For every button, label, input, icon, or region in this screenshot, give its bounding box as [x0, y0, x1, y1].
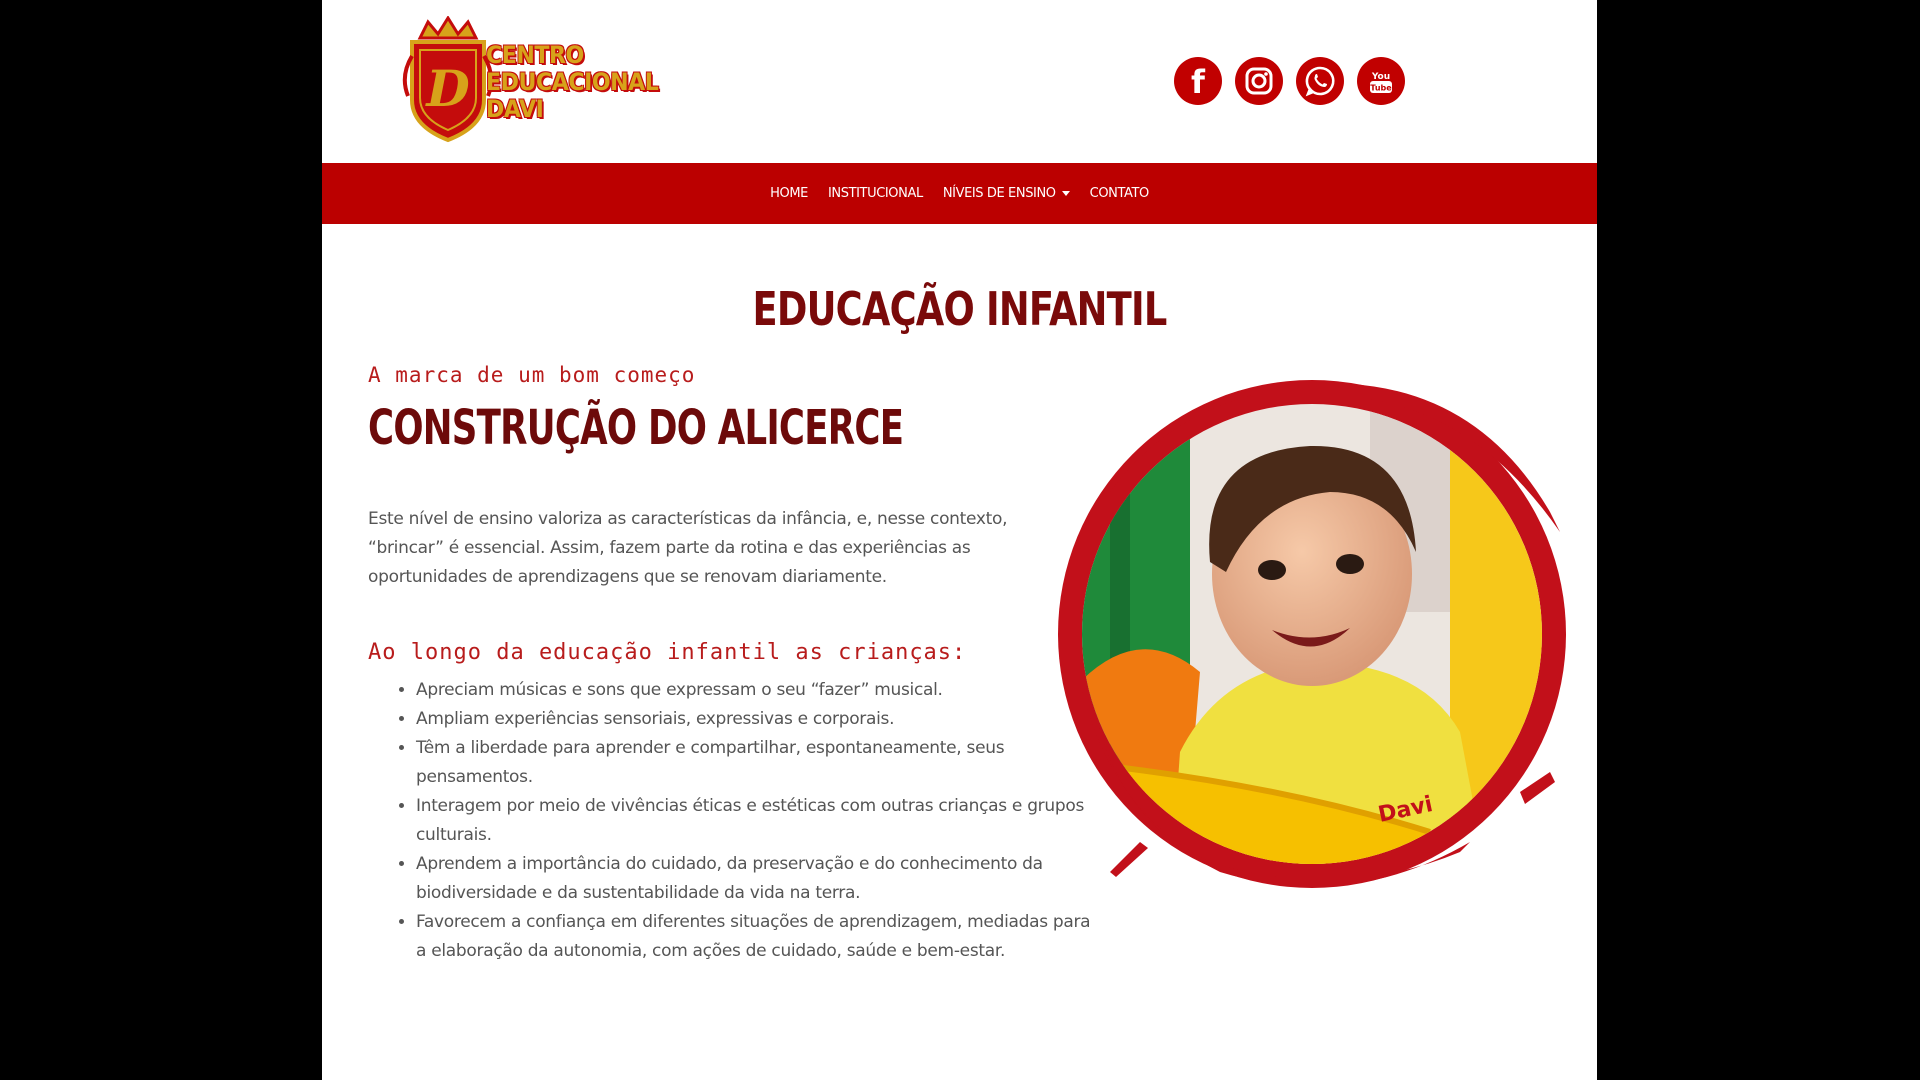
- benefits-list: Apreciam músicas e sons que expressam o …: [368, 676, 1096, 966]
- nav-contato[interactable]: CONTATO: [1090, 186, 1150, 201]
- logo-wordmark: CENTRO EDUCACIONAL DAVI: [486, 41, 659, 123]
- child-photo: Davi: [1050, 372, 1570, 902]
- child-photo-illustration: Davi: [1058, 380, 1566, 888]
- instagram-icon: [1245, 67, 1273, 95]
- nav-niveis-label: NÍVEIS DE ENSINO: [942, 186, 1056, 201]
- facebook-icon: f: [1191, 63, 1206, 101]
- page-title: EDUCAÇÃO INFANTIL: [752, 282, 1168, 336]
- list-item: Apreciam músicas e sons que expressam o …: [416, 676, 1096, 705]
- list-item: Interagem por meio de vivências éticas e…: [416, 792, 1096, 850]
- list-item: Favorecem a confiança em diferentes situ…: [416, 908, 1096, 966]
- svg-text:f: f: [1191, 63, 1206, 101]
- youtube-button[interactable]: You Tube: [1357, 57, 1405, 105]
- svg-text:You: You: [1371, 72, 1390, 82]
- logo-line-1: CENTRO: [486, 41, 584, 69]
- crest-icon: D: [402, 16, 494, 143]
- logo-line-3: DAVI: [486, 95, 544, 123]
- nav-institucional[interactable]: INSTITUCIONAL: [828, 186, 923, 201]
- whatsapp-button[interactable]: [1296, 57, 1344, 105]
- instagram-button[interactable]: [1235, 57, 1283, 105]
- facebook-button[interactable]: f: [1174, 57, 1222, 105]
- svg-text:Tube: Tube: [1370, 84, 1392, 93]
- list-item: Ampliam experiências sensoriais, express…: [416, 705, 1096, 734]
- list-item: Aprendem a importância do cuidado, da pr…: [416, 850, 1096, 908]
- whatsapp-icon: [1305, 66, 1335, 97]
- social-links: f You Tube: [1174, 57, 1405, 105]
- main-navbar: HOME INSTITUCIONAL NÍVEIS DE ENSINO CONT…: [322, 163, 1597, 224]
- youtube-icon: You Tube: [1370, 72, 1392, 93]
- caret-down-icon: [1061, 191, 1070, 196]
- page: D CENTRO EDUCACIONAL DAVI f You Tube HOM…: [322, 0, 1597, 1080]
- nav-home[interactable]: HOME: [770, 186, 808, 201]
- section-subtitle: A marca de um bom começo: [368, 363, 696, 387]
- school-logo[interactable]: D CENTRO EDUCACIONAL DAVI: [398, 16, 688, 146]
- intro-paragraph: Este nível de ensino valoriza as caracte…: [368, 509, 1008, 587]
- logo-line-2: EDUCACIONAL: [486, 68, 659, 96]
- nav-niveis-de-ensino[interactable]: NÍVEIS DE ENSINO: [943, 186, 1070, 201]
- list-heading: Ao longo da educação infantil as criança…: [368, 640, 967, 665]
- list-item: Têm a liberdade para aprender e comparti…: [416, 734, 1096, 792]
- section-title: CONSTRUÇÃO DO ALICERCE: [368, 400, 904, 456]
- logo-monogram: D: [424, 59, 469, 118]
